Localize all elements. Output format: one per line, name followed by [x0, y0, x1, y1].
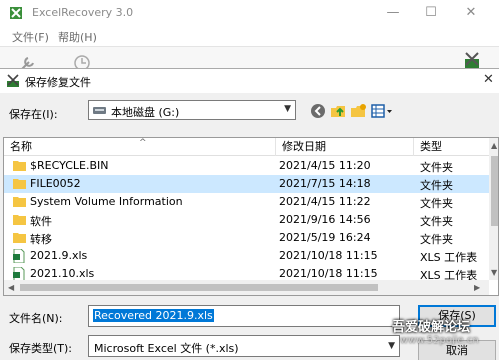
menubar: 文件(F) 帮助(H)	[0, 26, 499, 46]
list-item[interactable]: $RECYCLE.BIN 2021/4/15 11:20 文件夹	[4, 157, 489, 175]
folder-icon	[13, 197, 26, 207]
list-item[interactable]: 软件 2021/9/16 14:56 文件夹	[4, 211, 489, 229]
filename-value: Recovered 2021.9.xls	[93, 309, 214, 322]
filename-label: 文件名(N):	[9, 312, 63, 325]
file-type: 文件夹	[420, 161, 453, 174]
app-window: ExcelRecovery 3.0 — ☐ ✕ 文件(F) 帮助(H)	[0, 0, 499, 78]
chevron-down-icon: ▼	[388, 341, 395, 351]
scroll-down-icon[interactable]: ▼	[491, 268, 497, 277]
scroll-right-icon[interactable]: ▶	[474, 283, 480, 292]
up-folder-icon[interactable]	[329, 102, 347, 120]
excel-file-icon	[13, 249, 25, 263]
column-modified-date[interactable]: 修改日期	[276, 138, 414, 156]
file-name: 2021.9.xls	[30, 249, 88, 262]
file-date: 2021/4/15 11:22	[279, 195, 371, 208]
drive-icon	[93, 107, 106, 114]
view-menu-icon[interactable]	[370, 102, 394, 120]
watermark-url: www.52pojie.cn	[400, 335, 479, 346]
folder-icon	[13, 161, 26, 171]
file-type: 文件夹	[420, 179, 453, 192]
file-date: 2021/5/19 16:24	[279, 231, 371, 244]
file-name: 转移	[30, 233, 52, 246]
folder-icon	[13, 179, 26, 189]
maximize-button[interactable]: ☐	[416, 3, 446, 23]
list-item[interactable]: FILE0052 2021/7/15 14:18 文件夹	[4, 175, 489, 193]
filetype-value: Microsoft Excel 文件 (*.xls)	[94, 342, 239, 355]
list-item[interactable]: 转移 2021/5/19 16:24 文件夹	[4, 229, 489, 247]
save-in-value: 本地磁盘 (G:)	[111, 106, 180, 119]
list-item[interactable]: 2021.9.xls 2021/10/18 11:15 XLS 工作表	[4, 247, 489, 265]
file-date: 2021/10/18 11:15	[279, 267, 378, 280]
app-close-button[interactable]: ✕	[456, 3, 486, 23]
file-name: 软件	[30, 215, 52, 228]
file-date: 2021/10/18 11:15	[279, 249, 378, 262]
file-name: 2021.10.xls	[30, 267, 95, 280]
app-titlebar: ExcelRecovery 3.0 — ☐ ✕	[0, 0, 499, 26]
dialog-title: 保存修复文件	[25, 76, 91, 89]
menu-file[interactable]: 文件(F)	[12, 29, 49, 45]
dialog-app-icon	[7, 74, 19, 87]
file-type: 文件夹	[420, 233, 453, 246]
vertical-scroll-thumb[interactable]	[491, 156, 498, 226]
save-in-label: 保存在(I):	[9, 108, 58, 121]
filetype-dropdown[interactable]: Microsoft Excel 文件 (*.xls) ▼	[88, 335, 400, 357]
file-name: $RECYCLE.BIN	[30, 159, 109, 172]
file-type: 文件夹	[420, 215, 453, 228]
file-date: 2021/9/16 14:56	[279, 213, 371, 226]
column-type[interactable]: 类型	[414, 138, 489, 156]
file-date: 2021/7/15 14:18	[279, 177, 371, 190]
file-list[interactable]: 名称 ^ 修改日期 类型 $RECYCLE.BIN 2021/4/15 11:20…	[3, 137, 499, 296]
back-icon[interactable]	[309, 102, 327, 120]
scroll-up-icon[interactable]: ▲	[491, 141, 497, 150]
filename-input[interactable]: Recovered 2021.9.xls	[88, 305, 400, 327]
save-in-dropdown[interactable]: 本地磁盘 (G:) ▼	[88, 100, 296, 120]
file-name: FILE0052	[30, 177, 81, 190]
vertical-scrollbar[interactable]: ▲ ▼	[489, 138, 498, 280]
dialog-close-button[interactable]: ✕	[483, 72, 494, 87]
app-logo-icon	[10, 7, 22, 19]
dialog-titlebar: 保存修复文件 ✕	[0, 69, 499, 93]
new-folder-icon[interactable]	[349, 102, 367, 120]
file-type: XLS 工作表	[420, 251, 478, 264]
horizontal-scroll-thumb[interactable]	[20, 284, 378, 291]
folder-icon	[13, 215, 26, 225]
filetype-label: 保存类型(T):	[9, 342, 73, 355]
excel-file-icon	[13, 267, 25, 281]
file-type: 文件夹	[420, 197, 453, 210]
folder-icon	[13, 233, 26, 243]
sort-caret-icon: ^	[139, 138, 147, 148]
menu-help[interactable]: 帮助(H)	[58, 29, 97, 45]
file-name: System Volume Information	[30, 195, 183, 208]
app-title: ExcelRecovery 3.0	[32, 6, 134, 19]
chevron-down-icon: ▼	[284, 104, 291, 114]
list-item[interactable]: System Volume Information 2021/4/15 11:22…	[4, 193, 489, 211]
scroll-left-icon[interactable]: ◀	[8, 283, 14, 292]
file-date: 2021/4/15 11:20	[279, 159, 371, 172]
minimize-button[interactable]: —	[378, 3, 408, 23]
list-header: 名称 ^ 修改日期 类型	[4, 138, 489, 156]
watermark-text: 吾爱破解论坛	[392, 320, 471, 335]
horizontal-scrollbar[interactable]: ◀ ▶	[4, 280, 489, 295]
